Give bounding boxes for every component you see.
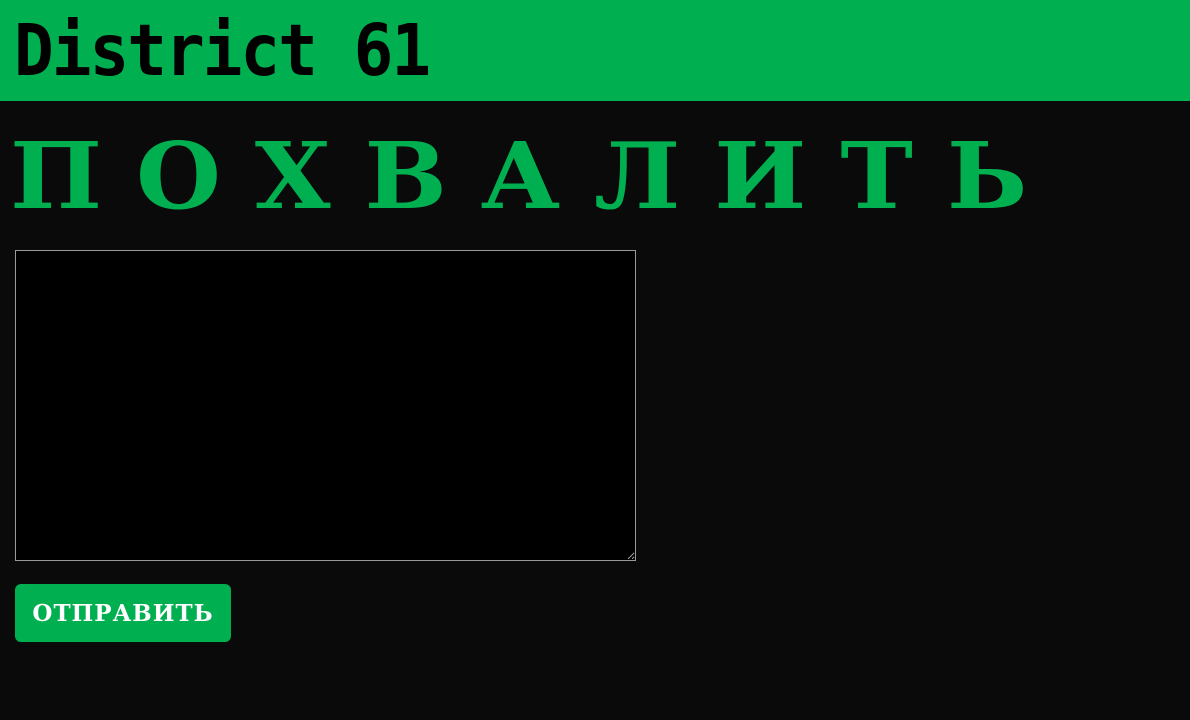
site-header: District 61 [0, 0, 1190, 101]
message-textarea[interactable] [15, 250, 636, 561]
submit-button[interactable]: ОТПРАВИТЬ [15, 584, 231, 642]
site-title[interactable]: District 61 [14, 8, 431, 94]
page-title: ПОХВАЛИТЬ [10, 122, 1062, 230]
